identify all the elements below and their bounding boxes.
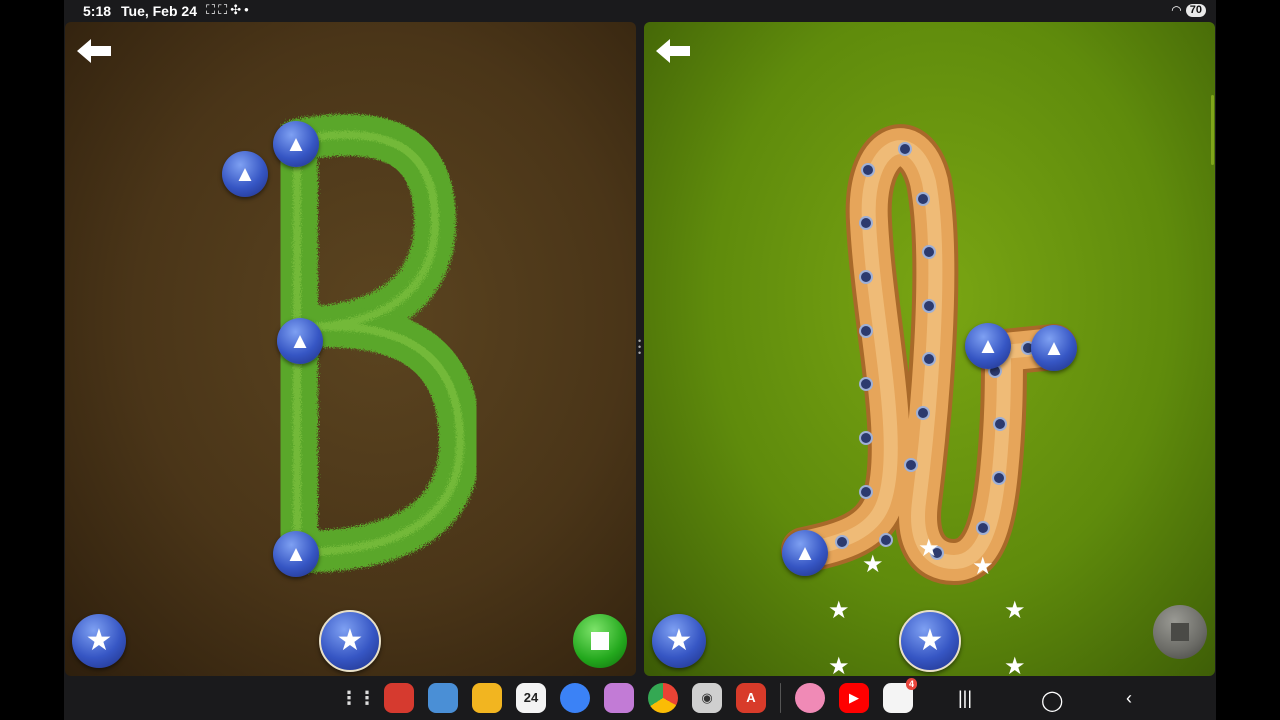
- right-tracing-panel[interactable]: ▲ ▲ ▲ ★ ★ ★ ★ ★ ★ ★ ★ ★: [644, 22, 1215, 676]
- notification-badge: 4: [905, 678, 917, 690]
- status-time: 5:18: [83, 3, 112, 19]
- grass-letter-b: [276, 113, 481, 573]
- back-nav-button[interactable]: ‹: [1126, 688, 1132, 709]
- star-reward-button[interactable]: ★: [899, 610, 961, 672]
- wooden-cursive-letter: [781, 124, 1077, 585]
- notes-app-icon[interactable]: [384, 683, 414, 713]
- path-marker-bottom[interactable]: ▲: [273, 531, 319, 577]
- abc-app-icon[interactable]: A: [736, 683, 766, 713]
- dock-divider: [780, 683, 781, 713]
- cat-app-icon[interactable]: [604, 683, 634, 713]
- app-dock: ⋮⋮ 24 ◉ A ▶ 4: [340, 678, 927, 713]
- calendar-app-icon[interactable]: 24: [516, 683, 546, 713]
- app-drawer-icon[interactable]: ⋮⋮: [340, 683, 376, 713]
- scroll-handle[interactable]: [1211, 95, 1214, 165]
- messages-app-icon[interactable]: [560, 683, 590, 713]
- star-reward-button[interactable]: ★: [319, 610, 381, 672]
- status-date: Tue, Feb 24: [121, 3, 197, 19]
- split-divider[interactable]: • • •: [638, 337, 642, 358]
- youtube-app-icon[interactable]: ▶: [839, 683, 869, 713]
- path-marker-middle[interactable]: ▲: [277, 318, 323, 364]
- home-button[interactable]: ◯: [1041, 688, 1063, 713]
- chrome-app-icon[interactable]: [648, 683, 678, 713]
- stop-button[interactable]: [573, 614, 627, 668]
- photos-app-icon[interactable]: 4: [883, 678, 917, 713]
- path-marker-loop[interactable]: ▲: [965, 323, 1011, 369]
- status-bar: 5:18 Tue, Feb 24 ⛶⛶✣• ◠ 70: [64, 0, 1216, 22]
- recents-button[interactable]: |||: [958, 688, 972, 709]
- flower-app-icon[interactable]: [795, 683, 825, 713]
- left-tracing-panel[interactable]: ▲ ▲ ▲ ▲ ★ ★: [65, 22, 636, 676]
- game-app-icon[interactable]: [428, 683, 458, 713]
- path-marker-end[interactable]: ▲: [1031, 325, 1077, 371]
- stop-button[interactable]: [1153, 605, 1207, 659]
- wifi-icon: ◠: [1171, 3, 1182, 17]
- star-button[interactable]: ★: [652, 614, 706, 668]
- path-marker-start-2[interactable]: ▲: [273, 121, 319, 167]
- path-marker-start[interactable]: ▲: [782, 530, 828, 576]
- notification-icons: ⛶⛶✣•: [206, 2, 252, 17]
- path-marker-start-1[interactable]: ▲: [222, 151, 268, 197]
- status-right: ◠ 70: [1171, 3, 1206, 17]
- files-app-icon[interactable]: [472, 683, 502, 713]
- star-button[interactable]: ★: [72, 614, 126, 668]
- camera-app-icon[interactable]: ◉: [692, 683, 722, 713]
- battery-indicator: 70: [1185, 3, 1206, 17]
